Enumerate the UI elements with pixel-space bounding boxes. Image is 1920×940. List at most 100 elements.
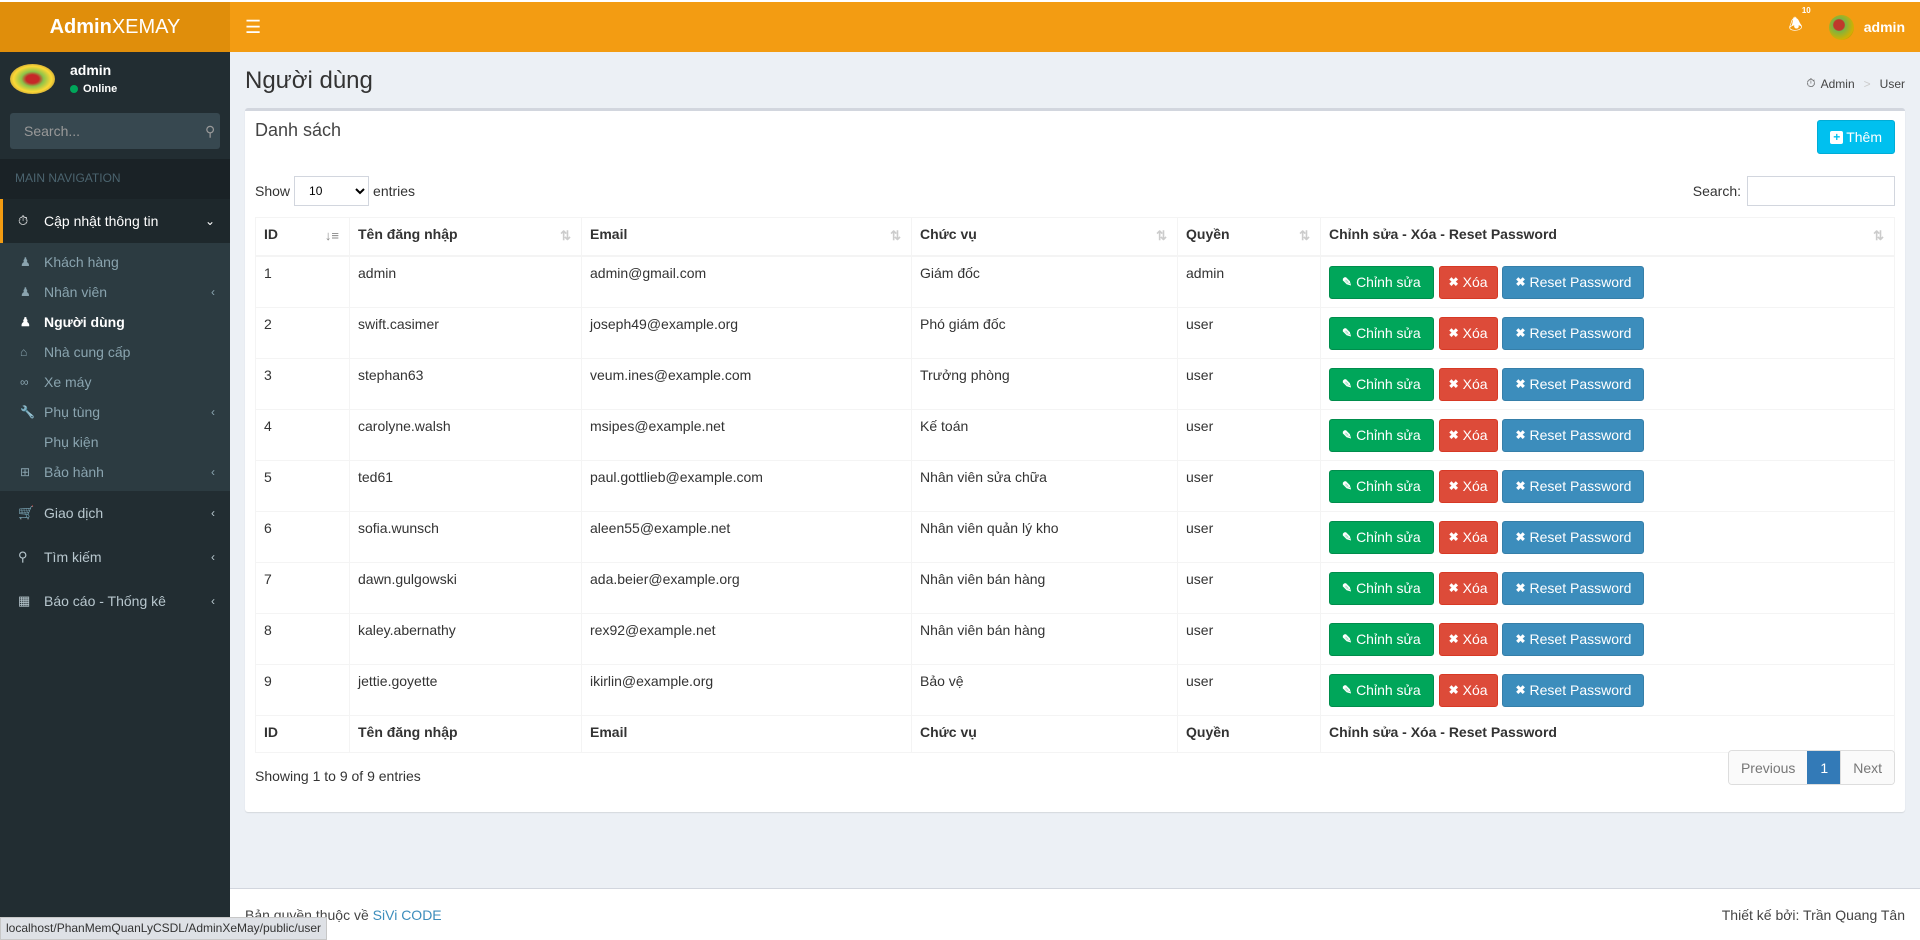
sidebar-item-label: Giao dịch <box>44 505 104 521</box>
column-header-username[interactable]: Tên đăng nhập ⇅ <box>349 217 582 257</box>
cell-email: msipes@example.net <box>581 408 912 461</box>
sidebar-item-giao-dich[interactable]: 🛒 Giao dịch ‹ <box>0 491 230 535</box>
sidebar-item-nha-cung-cap[interactable]: ⌂ Nhà cung cấp <box>0 337 230 367</box>
reset-password-button[interactable]: ✖ Reset Password <box>1502 469 1645 503</box>
reset-password-button[interactable]: ✖ Reset Password <box>1502 265 1645 299</box>
column-header-email[interactable]: Email ⇅ <box>581 217 912 257</box>
table-row: 5 ted61 paul.gottlieb@example.com Nhân viên… <box>255 459 1895 512</box>
delete-button[interactable]: ✖ Xóa <box>1438 622 1498 656</box>
edit-button[interactable]: ✎ Chỉnh sửa <box>1329 520 1434 554</box>
sidebar-item-label: Xe máy <box>44 374 92 390</box>
pagination: Previous 1 Next <box>1727 750 1895 785</box>
reset-password-button[interactable]: ✖ Reset Password <box>1502 571 1645 605</box>
user-menu[interactable]: admin <box>1821 14 1920 40</box>
copyright-link[interactable]: SiVi CODE <box>373 907 442 923</box>
notifications-button[interactable]: 🕭 10 <box>1770 6 1820 41</box>
edit-button[interactable]: ✎ Chỉnh sửa <box>1329 469 1434 503</box>
search-icon[interactable]: ⚲ <box>205 123 229 140</box>
submenu-cap-nhat-thong-tin: ♟ Khách hàng ♟ Nhân viên ‹ ♟ Người dùng … <box>0 243 230 491</box>
delete-button[interactable]: ✖ Xóa <box>1438 265 1498 299</box>
table-row: 2 swift.casimer joseph49@example.org Phó gi… <box>255 306 1895 359</box>
sidebar-toggle-icon[interactable]: ☰ <box>230 17 276 38</box>
sidebar-item-label: Nhân viên <box>44 284 108 300</box>
sidebar-search-input[interactable] <box>10 123 205 139</box>
sidebar-item-bao-hanh[interactable]: ⊞ Bảo hành ‹ <box>0 457 230 487</box>
cell-email: rex92@example.net <box>581 612 912 665</box>
content-header: Người dùng ⏱ Admin > User <box>230 52 1920 108</box>
plus-square-icon: ⊞ <box>20 465 31 479</box>
user-info: admin Online <box>70 62 117 97</box>
cell-position: Kế toán <box>911 408 1178 461</box>
pagination-previous[interactable]: Previous <box>1728 751 1808 784</box>
footer-role: Quyền <box>1177 714 1321 753</box>
reset-password-button[interactable]: ✖ Reset Password <box>1502 418 1645 452</box>
edit-button[interactable]: ✎ Chỉnh sửa <box>1329 265 1434 299</box>
nav-header: MAIN NAVIGATION <box>0 159 230 199</box>
edit-button[interactable]: ✎ Chỉnh sửa <box>1329 367 1434 401</box>
cell-role: user <box>1177 357 1321 410</box>
edit-icon: ✎ <box>1342 581 1353 595</box>
table-info: Showing 1 to 9 of 9 entries <box>255 768 421 784</box>
search-icon: ⚲ <box>18 549 28 564</box>
footer-username: Tên đăng nhập <box>349 714 582 753</box>
close-icon: ✖ <box>1515 377 1526 391</box>
sidebar-item-tim-kiem[interactable]: ⚲ Tìm kiếm ‹ <box>0 535 230 579</box>
pagination-next[interactable]: Next <box>1840 751 1894 784</box>
cell-role: user <box>1177 459 1321 512</box>
column-header-role[interactable]: Quyền ⇅ <box>1177 217 1321 257</box>
sidebar-item-cap-nhat-thong-tin[interactable]: ⏱ Cập nhật thông tin ⌄ <box>0 199 230 243</box>
close-icon: ✖ <box>1448 632 1459 646</box>
reset-password-button[interactable]: ✖ Reset Password <box>1502 673 1645 707</box>
cell-actions: ✎ Chỉnh sửa ✖ Xóa ✖ Reset Password <box>1320 510 1895 563</box>
edit-button[interactable]: ✎ Chỉnh sửa <box>1329 316 1434 350</box>
breadcrumb-admin[interactable]: Admin <box>1821 77 1855 91</box>
edit-button[interactable]: ✎ Chỉnh sửa <box>1329 418 1434 452</box>
sidebar-menu: ⏱ Cập nhật thông tin ⌄ ♟ Khách hàng ♟ Nh… <box>0 199 230 623</box>
delete-button[interactable]: ✖ Xóa <box>1438 418 1498 452</box>
edit-button[interactable]: ✎ Chỉnh sửa <box>1329 622 1434 656</box>
sort-icon: ⇅ <box>1299 228 1310 243</box>
breadcrumb-user: User <box>1879 76 1905 91</box>
edit-button[interactable]: ✎ Chỉnh sửa <box>1329 673 1434 707</box>
reset-password-button[interactable]: ✖ Reset Password <box>1502 520 1645 554</box>
sidebar-item-phu-kien[interactable]: Phụ kiện <box>0 427 230 457</box>
column-header-id[interactable]: ID ↓≡ <box>255 217 350 257</box>
browser-status-url: localhost/PhanMemQuanLyCSDL/AdminXeMay/p… <box>0 917 328 940</box>
close-icon: ✖ <box>1515 326 1526 340</box>
column-header-actions[interactable]: Chỉnh sửa - Xóa - Reset Password ⇅ <box>1320 217 1895 257</box>
chevron-left-icon: ‹ <box>211 550 215 564</box>
delete-button[interactable]: ✖ Xóa <box>1438 469 1498 503</box>
close-icon: ✖ <box>1515 530 1526 544</box>
sidebar-item-nguoi-dung[interactable]: ♟ Người dùng <box>0 307 230 337</box>
delete-button[interactable]: ✖ Xóa <box>1438 316 1498 350</box>
entries-length-select[interactable]: 10 <box>294 176 370 206</box>
close-icon: ✖ <box>1448 479 1459 493</box>
delete-button[interactable]: ✖ Xóa <box>1438 520 1498 554</box>
edit-icon: ✎ <box>1342 377 1353 391</box>
add-user-button[interactable]: + Thêm <box>1817 120 1895 154</box>
cell-actions: ✎ Chỉnh sửa ✖ Xóa ✖ Reset Password <box>1320 561 1895 614</box>
edit-button[interactable]: ✎ Chỉnh sửa <box>1329 571 1434 605</box>
page-footer: Bản quyền thuộc về SiVi CODE Thiết kế bở… <box>230 888 1920 940</box>
delete-button[interactable]: ✖ Xóa <box>1438 673 1498 707</box>
sidebar-item-xe-may[interactable]: ∞ Xe máy <box>0 367 230 397</box>
table-row: 7 dawn.gulgowski ada.beier@example.org Nhân… <box>255 561 1895 614</box>
sidebar-item-nhan-vien[interactable]: ♟ Nhân viên ‹ <box>0 277 230 307</box>
delete-button[interactable]: ✖ Xóa <box>1438 367 1498 401</box>
app-logo[interactable]: Admin XEMAY <box>0 0 230 52</box>
sidebar-item-phu-tung[interactable]: 🔧 Phụ tùng ‹ <box>0 397 230 427</box>
cell-position: Nhân viên bán hàng <box>911 561 1178 614</box>
reset-password-button[interactable]: ✖ Reset Password <box>1502 316 1645 350</box>
table-row: 6 sofia.wunsch aleen55@example.net Nhân viê… <box>255 510 1895 563</box>
delete-button[interactable]: ✖ Xóa <box>1438 571 1498 605</box>
reset-password-button[interactable]: ✖ Reset Password <box>1502 367 1645 401</box>
column-header-position[interactable]: Chức vụ ⇅ <box>911 217 1178 257</box>
cell-role: user <box>1177 306 1321 359</box>
pagination-page-current[interactable]: 1 <box>1807 751 1841 784</box>
sidebar-item-bao-cao-thong-ke[interactable]: ▦ Báo cáo - Thống kê ‹ <box>0 579 230 623</box>
navbar-right: 🕭 10 admin <box>1770 2 1920 52</box>
sidebar-item-khach-hang[interactable]: ♟ Khách hàng <box>0 247 230 277</box>
table-search-label: Search: <box>1692 183 1741 199</box>
reset-password-button[interactable]: ✖ Reset Password <box>1502 622 1645 656</box>
table-search-input[interactable] <box>1747 176 1895 206</box>
